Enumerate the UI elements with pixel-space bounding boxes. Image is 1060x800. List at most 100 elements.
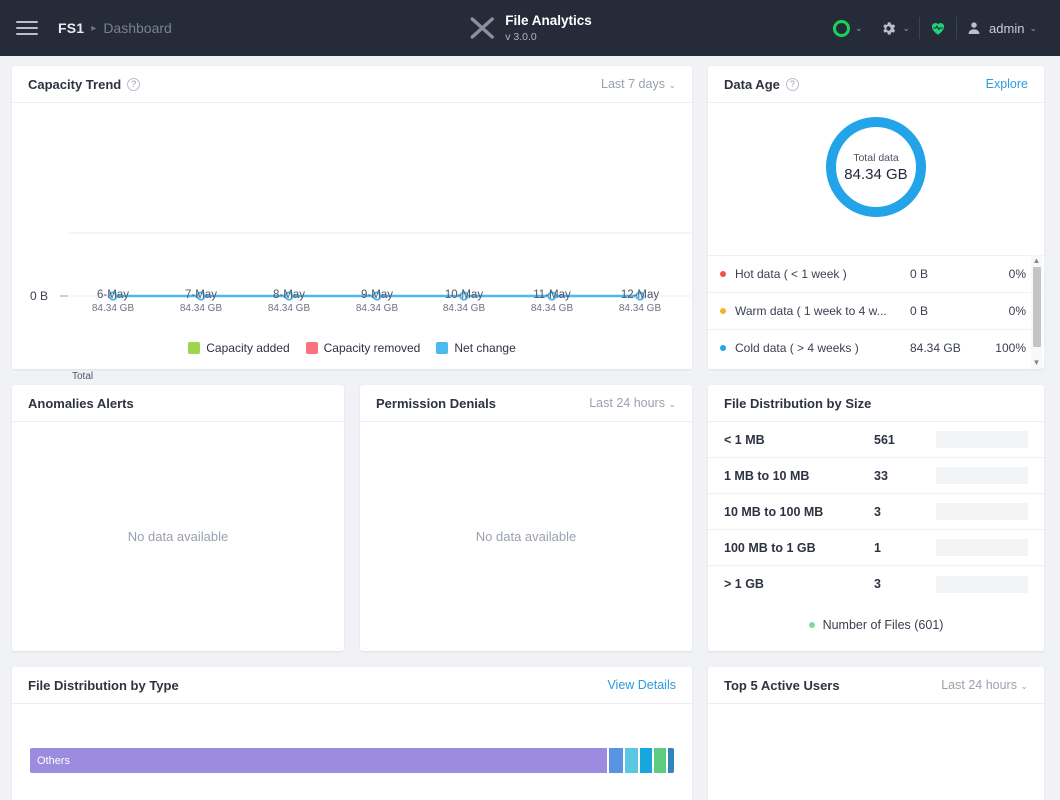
- y-axis-tick-label: 0 B: [30, 289, 49, 303]
- data-age-percent: 0%: [1008, 267, 1026, 281]
- data-age-name: Hot data ( < 1 week ): [735, 267, 847, 281]
- stacked-bar-segment[interactable]: [639, 748, 653, 773]
- status-indicator-menu[interactable]: ⌄: [824, 0, 872, 56]
- legend-swatch-icon: [436, 342, 449, 354]
- donut-ring: Total data 84.34 GB: [826, 117, 926, 217]
- stacked-bar-segment[interactable]: [654, 748, 666, 773]
- x-tick-date: 8-May: [273, 289, 305, 301]
- data-age-donut-chart: Total data 84.34 GB: [708, 103, 1044, 255]
- top-users-header: Top 5 Active Users Last 24 hours ⌄: [708, 667, 1044, 704]
- stacked-bar-segment[interactable]: [667, 748, 674, 773]
- stacked-bar-segment[interactable]: [625, 748, 638, 773]
- legend-item-net-change[interactable]: Net change: [436, 341, 516, 355]
- size-range-label: < 1 MB: [724, 432, 765, 447]
- x-tick-value: 84.34 GB: [442, 303, 486, 314]
- caret-down-icon[interactable]: ▼: [1033, 357, 1041, 369]
- question-circle-icon[interactable]: ?: [127, 77, 141, 91]
- file-distribution-by-type-card: File Distribution by Type View Details O…: [12, 667, 692, 800]
- data-age-size: 0 B: [910, 267, 929, 281]
- legend-item-capacity-added[interactable]: Capacity added: [188, 341, 290, 355]
- settings-menu[interactable]: ⌄: [871, 0, 919, 56]
- top-users-period-select[interactable]: Last 24 hours ⌄: [941, 678, 1028, 692]
- x-logo-icon: [470, 17, 494, 39]
- gear-icon: [883, 21, 896, 35]
- stacked-bar-segment-others[interactable]: Others: [30, 748, 608, 773]
- file-count: 3: [874, 504, 881, 519]
- legend-label: Capacity removed: [323, 341, 421, 355]
- card-title: Capacity Trend: [28, 76, 122, 92]
- bar-track: [936, 503, 1028, 520]
- app-name: File Analytics: [505, 13, 592, 29]
- table-row[interactable]: 1 MB to 10 MB 33: [708, 458, 1044, 494]
- legend-dot-icon: [808, 622, 815, 628]
- hamburger-icon[interactable]: [16, 17, 38, 39]
- table-row[interactable]: 100 MB to 1 GB 1: [708, 530, 1044, 566]
- dashboard-row-2: Anomalies Alerts No data available Permi…: [12, 385, 1048, 651]
- legend-item-capacity-removed[interactable]: Capacity removed: [305, 341, 421, 355]
- list-item[interactable]: Cold data ( > 4 weeks ) 84.34 GB 100%: [708, 329, 1044, 366]
- chevron-down-icon: ⌄: [902, 22, 911, 33]
- legend-swatch-icon: [188, 342, 201, 354]
- health-status-button[interactable]: [920, 0, 956, 56]
- app-brand: File Analytics v 3.0.0: [468, 13, 592, 43]
- top-5-active-users-card: Top 5 Active Users Last 24 hours ⌄ No da…: [708, 667, 1044, 800]
- stacked-bar-segment[interactable]: [609, 748, 624, 773]
- permission-denials-period-select[interactable]: Last 24 hours ⌄: [589, 396, 676, 410]
- card-title: Permission Denials: [376, 395, 496, 411]
- scrollbar-thumb[interactable]: [1032, 267, 1041, 347]
- question-circle-icon[interactable]: ?: [785, 77, 799, 91]
- size-range-label: > 1 GB: [724, 577, 764, 591]
- list-item[interactable]: Warm data ( 1 week to 4 w... 0 B 0%: [708, 292, 1044, 329]
- data-age-header: Data Age ? Explore: [708, 66, 1044, 103]
- user-menu[interactable]: admin ⌄: [957, 0, 1046, 56]
- legend-dot-icon: [720, 308, 726, 314]
- file-count: 3: [874, 577, 881, 591]
- x-tick-date: 6-May: [97, 289, 129, 301]
- capacity-trend-header: Capacity Trend ? Last 7 days ⌄: [12, 66, 692, 103]
- size-range-label: 1 MB to 10 MB: [724, 468, 810, 483]
- scrollbar[interactable]: ▲ ▼: [1031, 255, 1042, 369]
- anomalies-alerts-card: Anomalies Alerts No data available: [12, 385, 344, 651]
- x-tick-0: 6-May 84.34 GB: [73, 289, 153, 314]
- size-range-label: 100 MB to 1 GB: [724, 540, 816, 555]
- breadcrumb-root[interactable]: FS1: [58, 20, 84, 36]
- file-distribution-by-size-card: File Distribution by Size < 1 MB 561 1 M…: [708, 385, 1044, 651]
- x-tick-date: 11-May: [533, 289, 571, 301]
- empty-state: No data available: [127, 529, 229, 544]
- explore-link[interactable]: Explore: [986, 77, 1028, 91]
- x-tick-5: 11-May 84.34 GB: [512, 289, 592, 314]
- data-age-name: Warm data ( 1 week to 4 w...: [735, 304, 887, 318]
- file-type-header: File Distribution by Type View Details: [12, 667, 692, 704]
- x-tick-value: 84.34 GB: [530, 303, 574, 314]
- table-row[interactable]: 10 MB to 100 MB 3: [708, 494, 1044, 530]
- table-row[interactable]: > 1 GB 3: [708, 566, 1044, 602]
- data-age-list: Hot data ( < 1 week ) 0 B 0% Warm data (…: [708, 255, 1044, 369]
- legend-dot-icon: [720, 271, 726, 277]
- file-count: 561: [874, 432, 895, 447]
- chevron-down-icon: ⌄: [1020, 681, 1028, 691]
- x-tick-6: 12-May 84.34 GB: [600, 289, 680, 314]
- data-age-percent: 0%: [1008, 304, 1026, 318]
- view-details-link[interactable]: View Details: [607, 678, 676, 692]
- chevron-down-icon: ⌄: [854, 22, 863, 33]
- x-tick-value: 84.34 GB: [179, 303, 223, 314]
- bar-track: [936, 539, 1028, 556]
- data-age-name: Cold data ( > 4 weeks ): [735, 341, 859, 355]
- x-tick-date: 12-May: [620, 289, 660, 301]
- green-ring-icon: [832, 19, 850, 37]
- table-row[interactable]: < 1 MB 561: [708, 422, 1044, 458]
- x-tick-date: 10-May: [444, 289, 484, 301]
- user-name-label: admin: [989, 20, 1025, 36]
- caret-up-icon[interactable]: ▲: [1033, 255, 1041, 267]
- data-age-percent: 100%: [995, 341, 1026, 355]
- donut-center-label: Total data: [853, 151, 899, 164]
- header-actions: ⌄ ⌄ admin ⌄: [824, 0, 1046, 56]
- capacity-trend-chart: 0 B Total 6-May 84.34 GB 7-May 84.34 GB …: [12, 103, 692, 382]
- list-item[interactable]: Hot data ( < 1 week ) 0 B 0%: [708, 255, 1044, 292]
- data-age-card: Data Age ? Explore Total data 84.34 GB H…: [708, 66, 1044, 369]
- capacity-trend-period-select[interactable]: Last 7 days ⌄: [601, 77, 676, 91]
- file-count: 33: [874, 468, 888, 483]
- donut-center-value: 84.34 GB: [844, 165, 908, 183]
- capacity-trend-legend: Capacity added Capacity removed Net chan…: [12, 341, 692, 355]
- x-tick-value: 84.34 GB: [355, 303, 399, 314]
